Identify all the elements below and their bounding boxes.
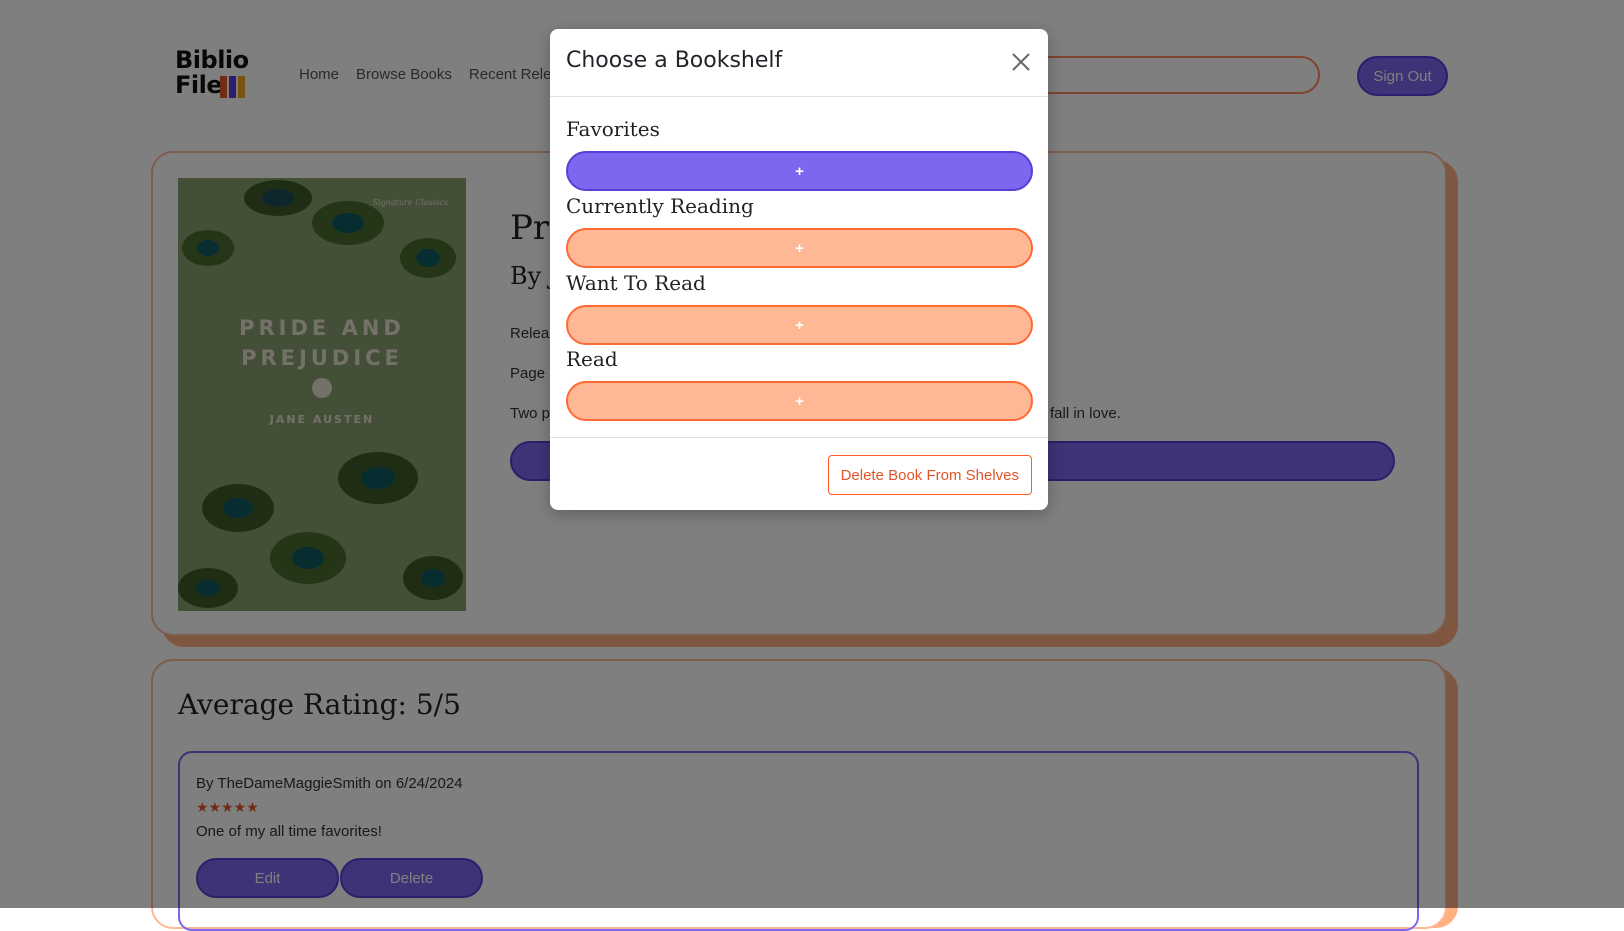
shelf-button-currently-reading[interactable]: + [566, 228, 1033, 268]
shelf-button-want-to-read[interactable]: + [566, 305, 1033, 345]
shelf-label-favorites: Favorites [566, 117, 660, 141]
modal-title: Choose a Bookshelf [566, 48, 783, 73]
close-icon[interactable] [1008, 49, 1034, 75]
bookshelf-modal: Choose a Bookshelf Favorites + Currently… [550, 29, 1048, 510]
delete-from-shelves-button[interactable]: Delete Book From Shelves [827, 455, 1032, 495]
shelf-button-favorites[interactable]: + [566, 151, 1033, 191]
shelf-label-want-to-read: Want To Read [566, 271, 706, 295]
shelf-label-read: Read [566, 347, 618, 371]
shelf-button-read[interactable]: + [566, 381, 1033, 421]
modal-header: Choose a Bookshelf [550, 29, 1048, 97]
shelf-label-currently-reading: Currently Reading [566, 194, 754, 218]
modal-footer: Delete Book From Shelves [550, 437, 1048, 510]
